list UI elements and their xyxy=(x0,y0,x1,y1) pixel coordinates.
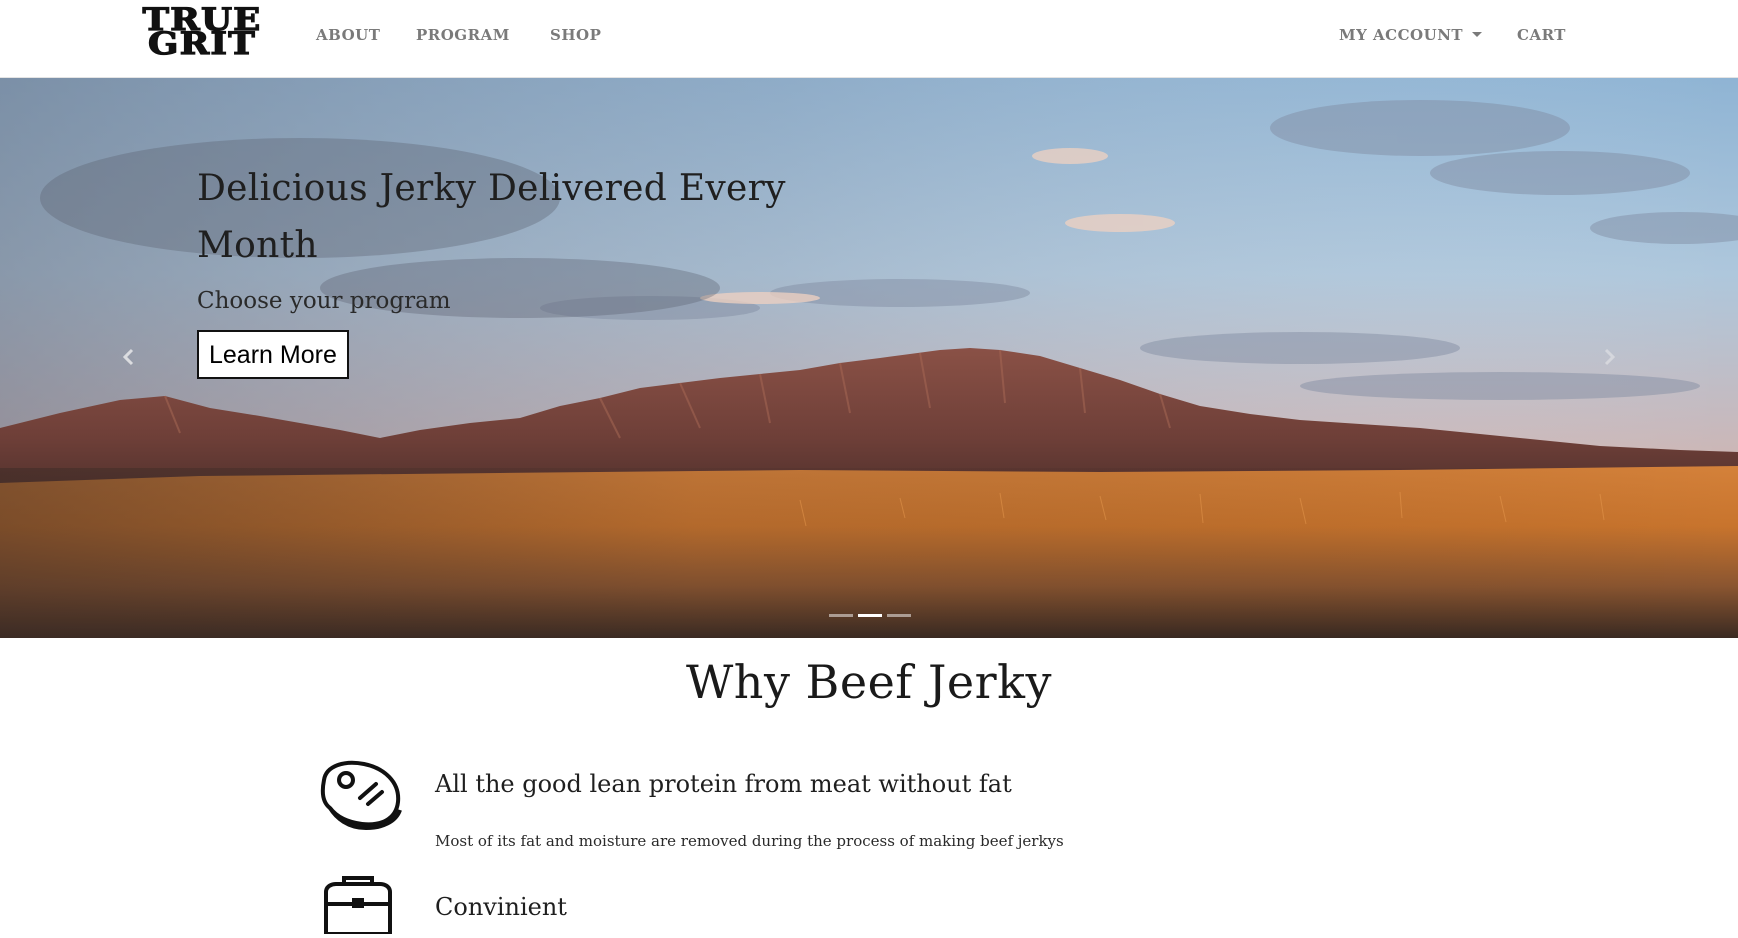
carousel-indicator-3[interactable] xyxy=(887,614,911,617)
caret-down-icon xyxy=(1472,32,1483,37)
hero-carousel: Delicious Jerky Delivered Every Month Ch… xyxy=(0,78,1738,638)
feature-1-description: Most of its fat and moisture are removed… xyxy=(435,832,1064,850)
hero-caption: Delicious Jerky Delivered Every Month Ch… xyxy=(197,160,797,379)
carousel-prev-button[interactable] xyxy=(116,342,140,372)
nav-shop-link[interactable]: SHOP xyxy=(550,26,601,44)
carousel-indicator-1[interactable] xyxy=(829,614,853,617)
chevron-left-icon xyxy=(122,348,134,366)
why-beef-jerky-heading: Why Beef Jerky xyxy=(686,655,1052,709)
hero-subtitle: Choose your program xyxy=(197,288,451,314)
chevron-right-icon xyxy=(1604,348,1616,366)
bag-icon xyxy=(322,874,394,938)
logo-line-2: GRIT xyxy=(147,26,256,62)
hero-title: Delicious Jerky Delivered Every Month xyxy=(197,168,786,266)
carousel-next-button[interactable] xyxy=(1598,342,1622,372)
true-grit-logo[interactable]: TRUE GRIT xyxy=(140,4,264,64)
carousel-indicators xyxy=(829,614,911,620)
learn-more-button[interactable]: Learn More xyxy=(197,330,349,379)
nav-program-link[interactable]: PROGRAM xyxy=(416,26,510,44)
my-account-dropdown[interactable]: MY ACCOUNT xyxy=(1339,26,1483,44)
carousel-indicator-2[interactable] xyxy=(858,614,882,617)
navbar: TRUE GRIT ABOUT PROGRAM SHOP MY ACCOUNT … xyxy=(0,0,1738,78)
nav-about-link[interactable]: ABOUT xyxy=(316,26,380,44)
feature-1-title: All the good lean protein from meat with… xyxy=(435,770,1012,798)
nav-cart-link[interactable]: CART xyxy=(1517,26,1566,44)
feature-2-title: Convinient xyxy=(435,893,567,921)
my-account-label: MY ACCOUNT xyxy=(1339,26,1464,44)
steak-icon xyxy=(316,758,404,836)
